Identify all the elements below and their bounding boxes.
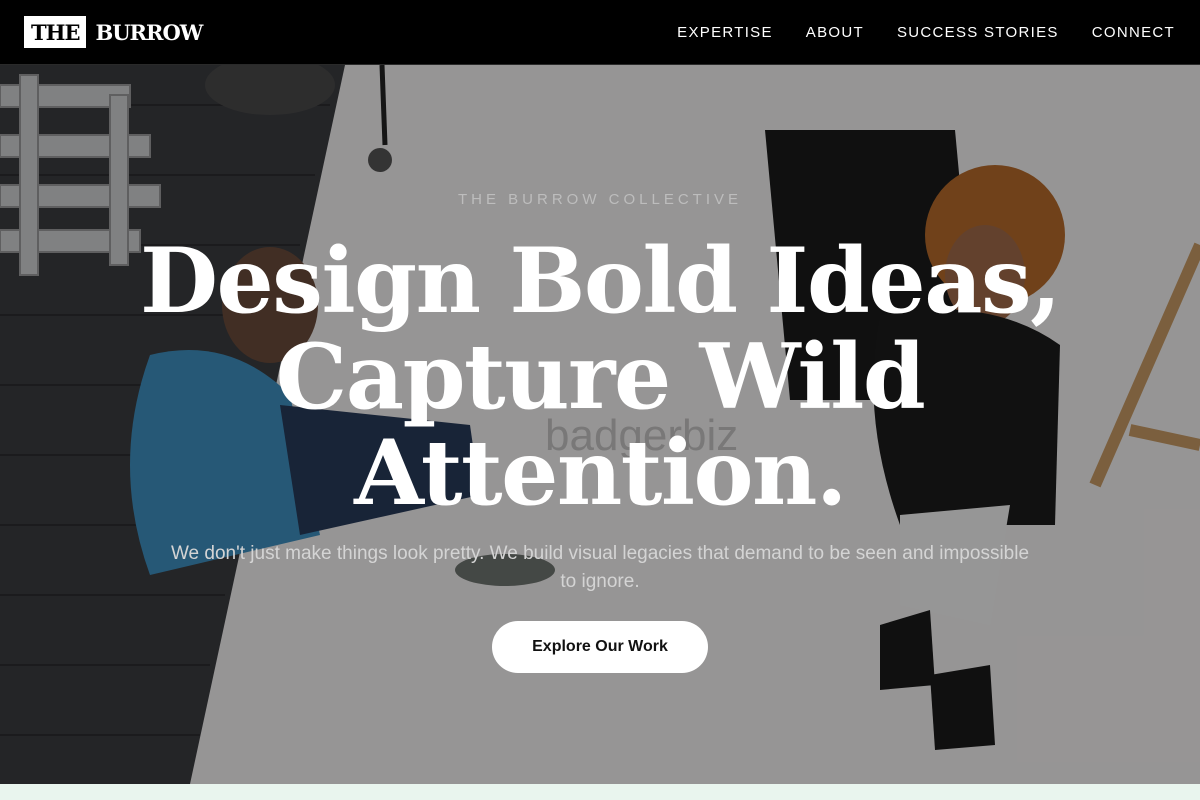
nav-link-about[interactable]: ABOUT xyxy=(806,24,864,41)
site-header: THE BURROW EXPERTISE ABOUT SUCCESS STORI… xyxy=(0,0,1200,65)
hero-headline: Design Bold Ideas, Capture Wild Attentio… xyxy=(139,228,1062,526)
main-nav: EXPERTISE ABOUT SUCCESS STORIES CONNECT xyxy=(677,24,1175,41)
hero-subtext: We don't just make things look pretty. W… xyxy=(170,543,1030,592)
hero-content: THE BURROW COLLECTIVE Design Bold Ideas,… xyxy=(0,65,1200,784)
logo-text: BURROW xyxy=(95,19,203,45)
nav-link-expertise[interactable]: EXPERTISE xyxy=(677,24,773,41)
nav-link-success-stories[interactable]: SUCCESS STORIES xyxy=(897,24,1059,41)
logo[interactable]: THE BURROW xyxy=(24,16,203,48)
hero-eyebrow: THE BURROW COLLECTIVE xyxy=(457,191,743,208)
hero-section: badgerbiz THE BURROW COLLECTIVE Design B… xyxy=(0,65,1200,784)
logo-box: THE xyxy=(24,16,87,48)
explore-our-work-button[interactable]: Explore Our Work xyxy=(492,621,708,673)
nav-link-connect[interactable]: CONNECT xyxy=(1092,24,1175,41)
